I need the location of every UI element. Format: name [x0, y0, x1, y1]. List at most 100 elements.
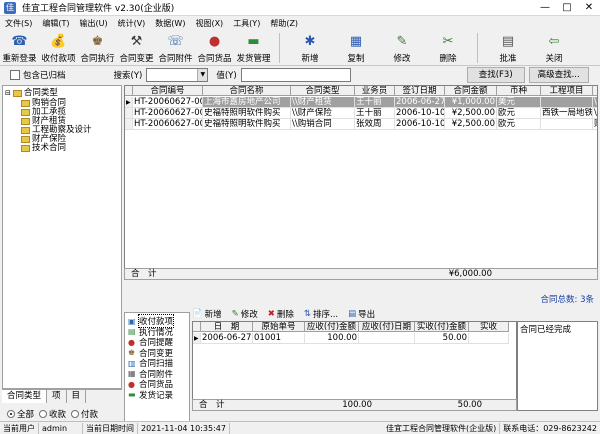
close-window-button[interactable]: ✕ — [578, 0, 600, 16]
tab-project-2[interactable]: 目 — [67, 390, 87, 403]
menu-file[interactable]: 文件(S) — [0, 18, 37, 29]
table-cell[interactable]: \\财 — [593, 108, 597, 119]
search-value-input[interactable] — [240, 68, 351, 82]
column-header[interactable]: 合同编号 — [133, 86, 203, 96]
minimize-button[interactable]: — — [534, 0, 556, 16]
detail-list-item[interactable]: ▬ 发货记录 — [128, 389, 173, 401]
find-button[interactable]: 查找(F3) — [466, 67, 525, 83]
detail-column-header[interactable]: 应收(付)日期 — [359, 322, 415, 332]
table-cell[interactable]: 欧元 — [497, 119, 541, 130]
table-cell[interactable]: 张效周 — [355, 119, 395, 130]
menu-tools[interactable]: 工具(Y) — [228, 18, 265, 29]
menu-data[interactable]: 数据(W) — [150, 18, 190, 29]
detail-grid[interactable]: 日 期原始单号 应收(付)金额 应收(付)日期 实收(付)金额 实收 ▶ 2006-06-2… — [192, 321, 517, 411]
detail-export-button[interactable]: ▤ 导出 — [348, 308, 375, 320]
toolbar-button-close-door[interactable]: ⇦ 关闭 — [531, 31, 577, 65]
advanced-find-button[interactable]: 高级查找... — [528, 67, 589, 83]
detail-table-cell[interactable]: 50.00 — [415, 333, 469, 344]
table-cell[interactable]: HT-20060627-00 — [133, 119, 203, 130]
search-field-select[interactable]: ▼ — [146, 68, 209, 82]
detail-table-cell[interactable]: 2006-06-27 — [201, 333, 253, 344]
contract-grid[interactable]: 合同编号合同名称合同类型业务员签订日期合同金额币种工程项目目 ▶HT-200606… — [124, 85, 598, 280]
detail-column-header[interactable]: 实收(付)金额 — [415, 322, 469, 332]
detail-delete-button[interactable]: ✖ 删除 — [268, 308, 294, 320]
toolbar-button-approve[interactable]: ▤ 批准 — [485, 31, 531, 65]
table-cell[interactable]: HT-20060627-00 — [133, 108, 203, 119]
table-cell[interactable] — [541, 119, 593, 130]
detail-table-cell[interactable] — [359, 333, 415, 344]
table-cell[interactable]: ¥1,000.00 — [445, 97, 497, 108]
table-cell[interactable]: \\财产保险 — [291, 108, 355, 119]
detail-category-list[interactable]: ▣ 收付款项 ▤ 执行情况 ● 合同提醒 ♚ 合同变更 ▥ 合同扫描 ▦ 合同附件 ● 合同货品 ▬ 发货记录 — [124, 312, 190, 422]
table-cell[interactable]: 2006-10-10 — [395, 108, 445, 119]
detail-column-header[interactable]: 应收(付)金额 — [305, 322, 359, 332]
contract-note[interactable]: 合同已经完成 — [517, 321, 598, 411]
table-cell[interactable]: 财务 — [593, 119, 597, 130]
detail-new-button[interactable]: 📄 新增 — [192, 308, 222, 320]
toolbar-button-delete[interactable]: ✂ 删除 — [425, 31, 471, 65]
column-header[interactable]: 合同名称 — [203, 86, 291, 96]
tree-root[interactable]: ⊟ 合同类型 — [5, 88, 58, 98]
table-cell[interactable]: 王十丽 — [355, 108, 395, 119]
menu-output[interactable]: 输出(U) — [74, 18, 112, 29]
toolbar-button-contract-change[interactable]: ⚒ 合同变更 — [117, 31, 156, 65]
column-header[interactable]: 合同类型 — [291, 86, 355, 96]
table-cell[interactable]: HT-20060627-00 — [133, 97, 203, 108]
toolbar-button-contract-run[interactable]: ♚ 合同执行 — [78, 31, 117, 65]
column-header[interactable]: 目 — [593, 86, 597, 96]
toolbar-button-relogin[interactable]: ☎ 重新登录 — [0, 31, 39, 65]
toolbar-button-attachment[interactable]: ☏ 合同附件 — [156, 31, 195, 65]
detail-table-cell[interactable]: 100.00 — [305, 333, 359, 344]
menu-statistics[interactable]: 统计(V) — [113, 18, 151, 29]
radio-pay[interactable] — [71, 409, 80, 418]
table-cell[interactable]: ¥2,500.00 — [445, 108, 497, 119]
tree-item[interactable]: 技术合同 — [21, 143, 66, 153]
toolbar-button-shipping[interactable]: ▬ 发货管理 — [234, 31, 273, 65]
table-cell[interactable]: 2006-06-27 — [395, 97, 445, 108]
toolbar-button-edit[interactable]: ✎ 修改 — [379, 31, 425, 65]
row-indicator[interactable]: ▶ — [125, 97, 133, 108]
toolbar-button-money-bag[interactable]: 💰 收付款项 — [39, 31, 78, 65]
tab-project-1[interactable]: 项 — [47, 390, 67, 403]
column-header[interactable]: 签订日期 — [395, 86, 445, 96]
table-cell[interactable]: \\购销合同 — [291, 119, 355, 130]
contract-type-tree[interactable]: ⊟ 合同类型 购销合同 加工承揽 财产租赁 工程勘察及设计 财产保险 技术合同 — [2, 85, 122, 389]
row-indicator[interactable]: ▶ — [193, 333, 201, 344]
row-indicator[interactable] — [125, 119, 133, 130]
maximize-button[interactable]: □ — [556, 0, 578, 16]
chevron-down-icon[interactable]: ▼ — [197, 69, 208, 81]
table-cell[interactable]: 史福特照明软件购买 — [203, 119, 291, 130]
toolbar-button-new[interactable]: ✱ 新增 — [287, 31, 333, 65]
toolbar-button-goods[interactable]: ● 合同货品 — [195, 31, 234, 65]
toolbar-button-copy[interactable]: ▦ 复制 — [333, 31, 379, 65]
tab-contract-type[interactable]: 合同类型 — [2, 390, 48, 403]
table-cell[interactable]: 欧元 — [497, 108, 541, 119]
table-cell[interactable]: 王十丽 — [355, 97, 395, 108]
table-cell[interactable]: ¥2,500.00 — [445, 119, 497, 130]
detail-table-cell[interactable] — [469, 333, 509, 344]
radio-all[interactable] — [7, 409, 15, 418]
table-cell[interactable]: \\财 — [593, 97, 597, 108]
table-cell[interactable]: \\财产租赁 — [291, 97, 355, 108]
column-header[interactable]: 合同金额 — [445, 86, 497, 96]
detail-column-header[interactable]: 日 期 — [201, 322, 253, 332]
column-header[interactable]: 币种 — [497, 86, 541, 96]
collapse-icon[interactable]: ⊟ — [5, 88, 11, 98]
menu-view[interactable]: 视图(X) — [190, 18, 228, 29]
row-indicator[interactable] — [125, 108, 133, 119]
menu-help[interactable]: 帮助(Z) — [265, 18, 303, 29]
detail-sort-button[interactable]: ⇅ 排序... — [304, 308, 338, 320]
detail-table-cell[interactable]: 01001 — [253, 333, 305, 344]
detail-edit-button[interactable]: ✎ 修改 — [232, 308, 258, 320]
table-cell[interactable]: 2006-10-10 — [395, 119, 445, 130]
table-cell[interactable] — [541, 97, 593, 108]
detail-column-header[interactable]: 实收 — [469, 322, 509, 332]
detail-column-header[interactable]: 原始单号 — [253, 322, 305, 332]
radio-receive[interactable] — [39, 409, 48, 418]
table-cell[interactable]: 上海市嘉房地产公司 — [203, 97, 291, 108]
menu-edit[interactable]: 编辑(T) — [37, 18, 74, 29]
column-header[interactable]: 业务员 — [355, 86, 395, 96]
table-cell[interactable]: 西铁一局地铁 — [541, 108, 593, 119]
include-archived-checkbox[interactable] — [10, 70, 20, 80]
table-cell[interactable]: 史福特照明软件购买 — [203, 108, 291, 119]
